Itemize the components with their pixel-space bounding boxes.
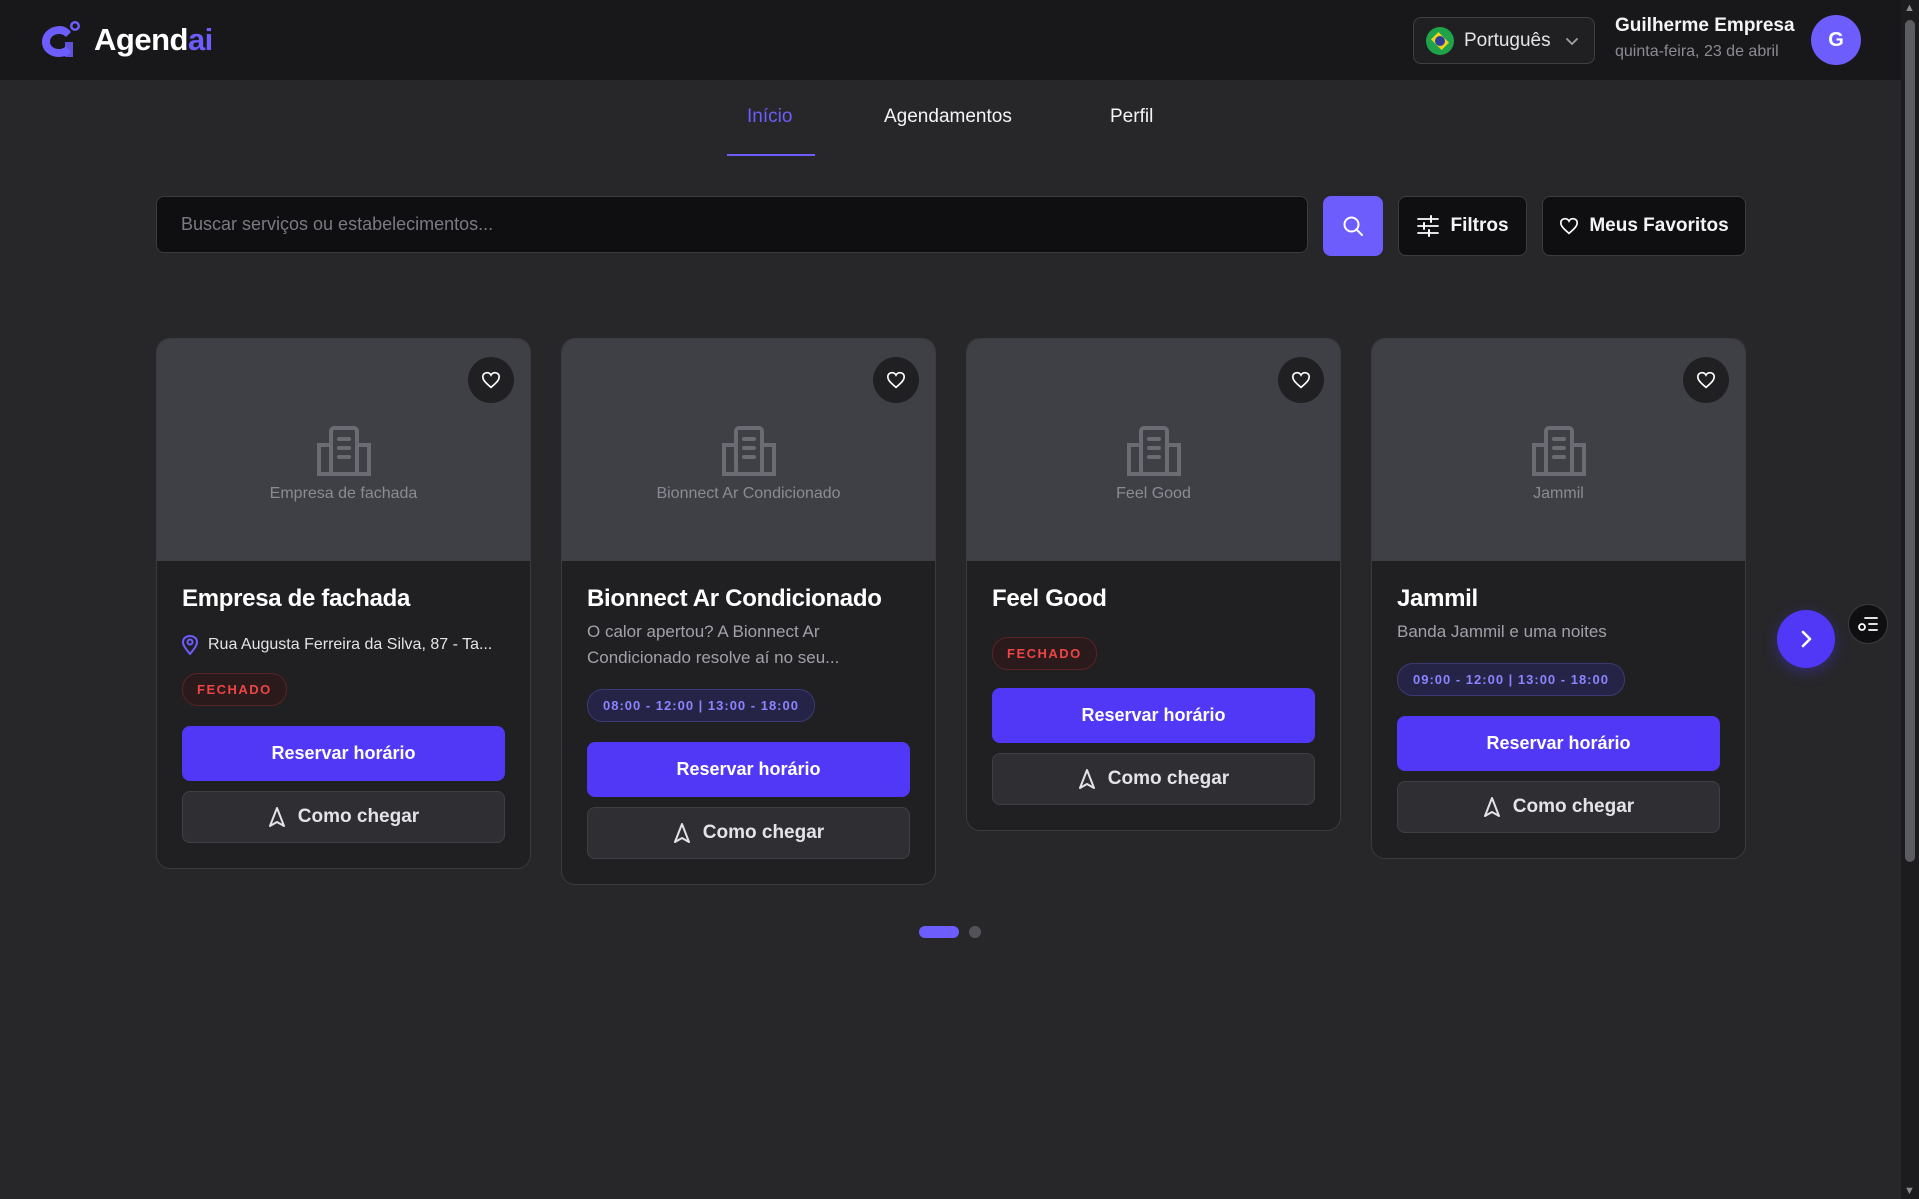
building-icon [1531, 426, 1586, 476]
heart-icon [1291, 371, 1311, 389]
card-description: O calor apertou? A Bionnect Ar Condicion… [587, 622, 840, 667]
active-tab-indicator [727, 154, 815, 156]
chevron-right-icon [1801, 630, 1812, 648]
establishment-card: Jammil Jammil Banda Jammil e uma noites … [1371, 338, 1746, 859]
brand-name: Agendai [94, 22, 213, 57]
search-button[interactable] [1323, 196, 1383, 256]
book-button[interactable]: Reservar horário [1397, 716, 1720, 771]
search-icon [1343, 216, 1363, 236]
filters-button[interactable]: Filtros [1398, 196, 1527, 256]
image-caption: Jammil [1533, 485, 1584, 502]
search-input[interactable] [156, 196, 1308, 253]
image-caption: Bionnect Ar Condicionado [656, 485, 841, 502]
card-title: Bionnect Ar Condicionado [587, 585, 882, 612]
heart-icon [481, 371, 501, 389]
navigation-arrow-icon [1078, 769, 1095, 789]
current-date: quinta-feira, 23 de abril [1615, 43, 1779, 60]
card-image-placeholder: Empresa de fachada [157, 339, 530, 561]
navigation-arrow-icon [1483, 797, 1500, 817]
language-selector[interactable]: Português [1413, 17, 1595, 64]
card-title: Jammil [1397, 585, 1478, 612]
favorite-button[interactable] [1278, 357, 1324, 403]
establishment-card: Feel Good Feel Good FECHADO Reservar hor… [966, 338, 1341, 831]
scrollbar-thumb[interactable] [1905, 20, 1915, 862]
carousel-next-button[interactable] [1777, 610, 1835, 668]
card-address: Rua Augusta Ferreira da Silva, 87 - Ta..… [182, 635, 505, 655]
favorites-label: Meus Favoritos [1589, 215, 1729, 236]
status-badge: FECHADO [992, 637, 1097, 670]
scroll-up-arrow-icon[interactable]: ▲ [1904, 2, 1915, 14]
floating-tool-button[interactable] [1848, 604, 1888, 644]
directions-button[interactable]: Como chegar [587, 807, 910, 859]
pagination-dot[interactable] [969, 926, 981, 938]
image-caption: Empresa de fachada [269, 485, 418, 502]
scroll-down-arrow-icon[interactable]: ▼ [1904, 1185, 1915, 1197]
pagination-dot-active[interactable] [919, 926, 959, 938]
brazil-flag-icon [1426, 26, 1454, 55]
main-nav: Início Agendamentos Perfil [0, 80, 1901, 156]
book-button[interactable]: Reservar horário [587, 742, 910, 797]
card-image-placeholder: Bionnect Ar Condicionado [562, 339, 935, 561]
card-image-placeholder: Jammil [1372, 339, 1745, 561]
image-caption: Feel Good [1116, 485, 1191, 502]
building-icon [721, 426, 776, 476]
heart-icon [886, 371, 906, 389]
directions-label: Como chegar [1512, 796, 1635, 817]
carousel-pagination [919, 926, 981, 938]
filters-label: Filtros [1450, 215, 1509, 236]
chevron-down-icon [1566, 37, 1578, 45]
favorite-button[interactable] [1683, 357, 1729, 403]
directions-label: Como chegar [297, 806, 420, 827]
hours-badge: 08:00 - 12:00 | 13:00 - 18:00 [587, 689, 815, 722]
avatar[interactable]: G [1811, 15, 1861, 65]
directions-button[interactable]: Como chegar [182, 791, 505, 843]
tab-inicio[interactable]: Início [747, 106, 792, 128]
logo[interactable]: Agendai [38, 20, 213, 60]
status-badge: FECHADO [182, 673, 287, 706]
establishment-card: Bionnect Ar Condicionado Bionnect Ar Con… [561, 338, 936, 885]
tab-agendamentos[interactable]: Agendamentos [884, 106, 1012, 128]
map-pin-icon [182, 635, 198, 655]
card-image-placeholder: Feel Good [967, 339, 1340, 561]
navigation-arrow-icon [268, 807, 285, 827]
top-bar: Agendai Português Guilherme Empresa quin… [0, 0, 1901, 80]
directions-button[interactable]: Como chegar [992, 753, 1315, 805]
building-icon [316, 426, 371, 476]
book-button[interactable]: Reservar horário [182, 726, 505, 781]
user-info: Guilherme Empresa quinta-feira, 23 de ab… [1615, 15, 1795, 61]
favorite-button[interactable] [873, 357, 919, 403]
favorites-button[interactable]: Meus Favoritos [1542, 196, 1746, 256]
card-title: Feel Good [992, 585, 1107, 612]
hours-badge: 09:00 - 12:00 | 13:00 - 18:00 [1397, 663, 1625, 696]
tab-perfil[interactable]: Perfil [1110, 106, 1153, 128]
card-description: Banda Jammil e uma noites [1397, 622, 1607, 641]
navigation-arrow-icon [673, 823, 690, 843]
heart-icon [1696, 371, 1716, 389]
heart-icon [1560, 217, 1579, 235]
book-button[interactable]: Reservar horário [992, 688, 1315, 743]
favorite-button[interactable] [468, 357, 514, 403]
directions-label: Como chegar [702, 822, 825, 843]
user-name: Guilherme Empresa [1615, 15, 1795, 36]
directions-button[interactable]: Como chegar [1397, 781, 1720, 833]
logo-icon [42, 21, 80, 57]
establishment-card: Empresa de fachada Empresa de fachada Ru… [156, 338, 531, 869]
card-title: Empresa de fachada [182, 585, 411, 612]
address-text: Rua Augusta Ferreira da Silva, 87 - Ta..… [208, 636, 493, 653]
building-icon [1126, 426, 1181, 476]
sliders-icon [1417, 215, 1440, 237]
list-settings-icon [1858, 617, 1878, 631]
language-label: Português [1464, 29, 1551, 51]
directions-label: Como chegar [1107, 768, 1230, 789]
scrollbar[interactable]: ▲ ▼ [1901, 0, 1919, 1199]
